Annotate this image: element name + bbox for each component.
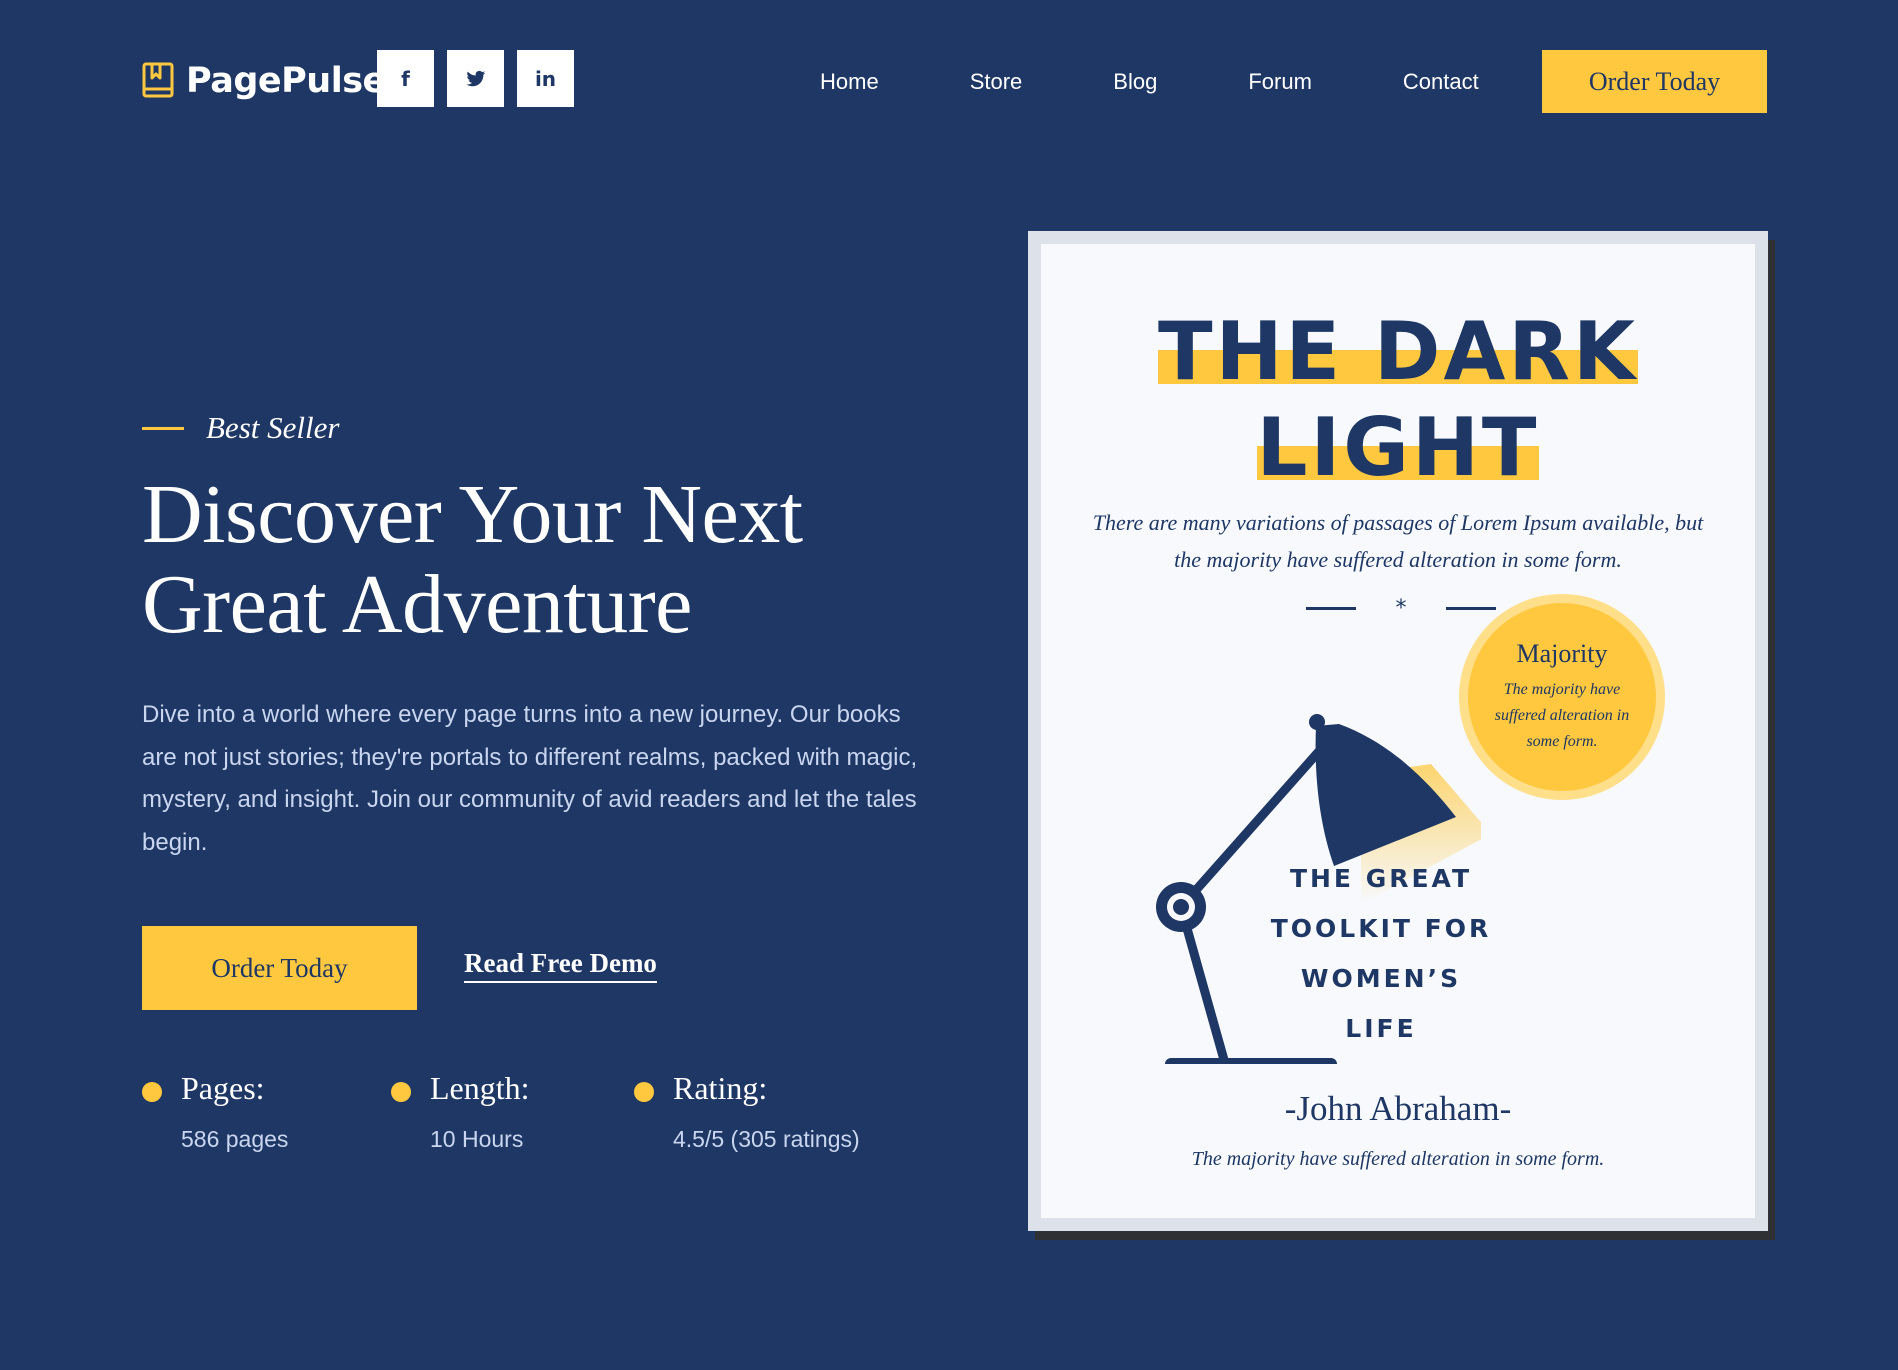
cover-subtitle: There are many variations of passages of… <box>1092 510 1704 572</box>
book-cover[interactable]: THE DARK LIGHT There are many variations… <box>1028 231 1768 1231</box>
majority-badge: Majority The majority have suffered alte… <box>1459 594 1665 800</box>
stat-label: Length: <box>430 1070 530 1106</box>
eyebrow-text: Best Seller <box>206 410 340 445</box>
bullet-dot <box>634 1082 654 1102</box>
cover-title-line1: THE DARK <box>1158 304 1638 400</box>
header-order-button[interactable]: Order Today <box>1542 50 1767 113</box>
twitter-button[interactable] <box>447 50 504 107</box>
tagline-line: THE GREAT <box>1289 864 1473 893</box>
divider-line <box>1446 606 1496 610</box>
cover-title-line2: LIGHT <box>1256 400 1540 496</box>
cover-author: -John Abraham- <box>1284 1089 1512 1128</box>
social-links: f in <box>377 50 574 107</box>
cover-title-text: LIGHT <box>1256 401 1540 494</box>
divider-line <box>1306 606 1356 610</box>
linkedin-button[interactable]: in <box>517 50 574 107</box>
tagline-line: WOMEN’S <box>1300 964 1462 993</box>
tagline-line: TOOLKIT FOR <box>1270 914 1492 943</box>
facebook-icon: f <box>401 66 410 91</box>
cover-divider: * <box>1306 595 1496 621</box>
facebook-button[interactable]: f <box>377 50 434 107</box>
site-header: PagePulse f in Home Store Blog Forum Con… <box>0 0 1898 160</box>
nav-item-store[interactable]: Store <box>970 69 1023 95</box>
cover-tagline: THE GREAT TOOLKIT FOR WOMEN’S LIFE <box>1241 854 1521 1054</box>
stat-value: 10 Hours <box>430 1126 524 1152</box>
nav-item-home[interactable]: Home <box>820 69 879 95</box>
order-today-button[interactable]: Order Today <box>142 926 417 1010</box>
brand-logo[interactable]: PagePulse <box>142 58 386 104</box>
twitter-icon <box>466 70 485 86</box>
stat-label: Rating: <box>673 1070 768 1106</box>
cover-title: THE DARK LIGHT <box>1041 304 1755 496</box>
bullet-dot <box>391 1082 411 1102</box>
brand-name: PagePulse <box>186 61 386 101</box>
book-icon <box>142 62 174 98</box>
nav-item-blog[interactable]: Blog <box>1113 69 1157 95</box>
bullet-dot <box>142 1082 162 1102</box>
eyebrow-line <box>142 426 184 430</box>
nav-item-forum[interactable]: Forum <box>1248 69 1312 95</box>
nav-item-contact[interactable]: Contact <box>1403 69 1479 95</box>
stat-value: 586 pages <box>181 1126 289 1152</box>
hero-description: Dive into a world where every page turns… <box>142 701 918 856</box>
main-nav: Home Store Blog Forum Contact <box>820 50 1479 113</box>
linkedin-icon: in <box>534 66 557 91</box>
read-free-demo-link[interactable]: Read Free Demo <box>464 948 657 983</box>
tagline-line: LIFE <box>1345 1014 1417 1043</box>
hero-title: Discover Your Next Great Adventure <box>142 470 962 650</box>
badge-title: Majority <box>1516 639 1608 668</box>
star-icon: * <box>1395 595 1407 621</box>
cover-author-note: The majority have suffered alteration in… <box>1191 1148 1605 1170</box>
book-cover-inner: THE DARK LIGHT There are many variations… <box>1041 244 1755 1218</box>
cover-title-text: THE DARK <box>1158 305 1638 398</box>
eyebrow: Best Seller <box>142 410 339 446</box>
hero-title-line2: Great Adventure <box>142 558 692 651</box>
stat-value: 4.5/5 (305 ratings) <box>673 1126 860 1152</box>
hero-title-line1: Discover Your Next <box>142 468 803 561</box>
stat-label: Pages: <box>181 1070 265 1106</box>
badge-text: The majority have suffered alteration in… <box>1494 681 1630 750</box>
